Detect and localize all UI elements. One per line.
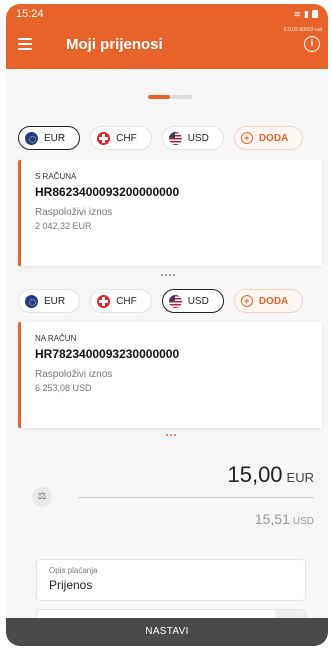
from-balance-label: Raspoloživi iznos <box>35 207 113 218</box>
page-indicator-inactive <box>170 95 192 99</box>
to-balance-value: 6 253,08 USD <box>35 383 92 393</box>
amount-currency: EUR <box>286 470 314 485</box>
info-icon[interactable]: i <box>304 36 320 52</box>
battery-icon <box>312 10 318 18</box>
to-account-iban: HR7823400093230000000 <box>35 347 180 361</box>
from-add-account-button[interactable]: + DODA <box>233 126 304 150</box>
phone-screen: 15:24 ≋ ▮ Moji prijenosi 6.0.02-80002-ua… <box>6 4 328 646</box>
plus-icon: + <box>240 295 253 307</box>
plus-icon: + <box>240 132 253 144</box>
converted-amount: 15,51 USD <box>255 511 314 527</box>
status-icons: ≋ ▮ <box>293 8 318 20</box>
swiss-flag-icon <box>97 131 111 145</box>
to-currency-chips: EUR CHF USD + DODA <box>18 289 304 313</box>
to-account-label: NA RAČUN <box>35 334 77 343</box>
exchange-rate-icon[interactable]: ⚖ <box>32 487 52 507</box>
from-chip-usd[interactable]: USD <box>161 126 224 150</box>
amount-input[interactable]: 15,00 EUR <box>227 462 314 488</box>
eu-flag-icon <box>25 294 38 308</box>
page-indicator <box>148 95 192 99</box>
payment-description-value: Prijenos <box>49 578 93 592</box>
to-carousel-dots <box>166 434 176 436</box>
to-balance-label: Raspoloživi iznos <box>35 369 113 380</box>
page-indicator-active <box>148 95 170 99</box>
from-carousel-dots <box>161 274 175 276</box>
from-chip-eur[interactable]: EUR <box>18 126 81 150</box>
status-time: 15:24 <box>16 8 44 20</box>
page-title: Moji prijenosi <box>66 36 163 53</box>
continue-button[interactable]: NASTAVI <box>6 618 328 646</box>
from-account-iban: HR8623400093200000000 <box>35 185 180 199</box>
swiss-flag-icon <box>97 294 111 308</box>
menu-icon[interactable] <box>18 38 32 50</box>
payment-description-label: Opis plaćanja <box>49 566 98 575</box>
amount-value: 15,00 <box>227 462 283 487</box>
from-currency-chips: EUR CHF USD + DODA <box>18 126 304 150</box>
from-balance-value: 2 042,32 EUR <box>35 221 92 231</box>
to-add-account-button[interactable]: + DODA <box>233 289 304 313</box>
version-label: 6.0.02-80002-uat <box>283 27 322 33</box>
to-chip-chf[interactable]: CHF <box>90 289 152 313</box>
from-chip-chf[interactable]: CHF <box>90 126 152 150</box>
to-chip-eur[interactable]: EUR <box>18 289 81 313</box>
status-bar: 15:24 ≋ ▮ <box>6 4 328 24</box>
converted-amount-value: 15,51 <box>254 511 290 527</box>
us-flag-icon <box>168 131 182 145</box>
payment-description-field[interactable]: Opis plaćanja Prijenos <box>36 559 306 601</box>
us-flag-icon <box>168 294 182 308</box>
from-account-card[interactable]: S RAČUNA HR8623400093200000000 Raspoloži… <box>18 160 322 266</box>
converted-currency: USD <box>292 516 314 527</box>
to-account-card[interactable]: NA RAČUN HR7823400093230000000 Raspoloži… <box>18 322 322 428</box>
wifi-icon: ≋ <box>293 8 302 19</box>
app-bar: Moji prijenosi 6.0.02-80002-uat i <box>6 24 328 69</box>
from-account-label: S RAČUNA <box>35 172 77 181</box>
to-chip-usd[interactable]: USD <box>161 289 224 313</box>
amount-divider <box>78 497 314 498</box>
eu-flag-icon <box>25 131 38 145</box>
signal-icon: ▮ <box>304 8 309 19</box>
